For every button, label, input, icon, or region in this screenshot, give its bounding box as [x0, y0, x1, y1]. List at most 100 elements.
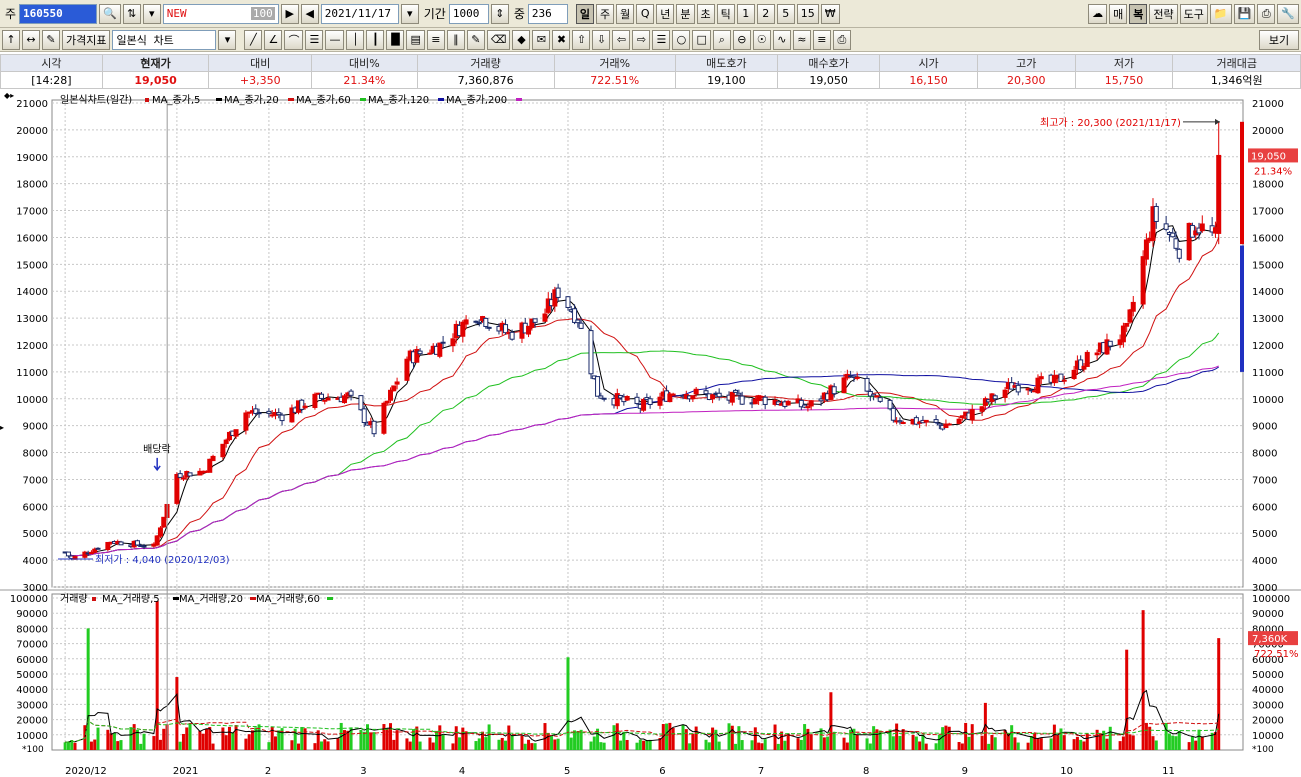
interval-button-11[interactable]: 15: [796, 3, 819, 24]
folder-icon[interactable]: 📁: [1209, 3, 1232, 24]
volume-bar-57: [323, 739, 327, 750]
view-button[interactable]: 보기: [1259, 29, 1299, 50]
fibo-icon[interactable]: ∥: [446, 29, 465, 50]
channel-icon[interactable]: ≡: [426, 29, 445, 50]
note-icon[interactable]: ✉: [532, 29, 551, 50]
cycle-icon[interactable]: ┃: [366, 29, 385, 50]
marker-icon[interactable]: ◆: [512, 29, 531, 50]
interval-button-6[interactable]: 초: [696, 3, 715, 24]
target-icon[interactable]: ☉: [752, 29, 771, 50]
candle-body-72: [391, 385, 397, 392]
stock-chart[interactable]: 3000 4000 5000 6000 7000 8000 9000 10000 11000 12…: [0, 92, 1301, 777]
candle-body-177: [874, 395, 880, 398]
fan-icon[interactable]: ☰: [305, 29, 324, 50]
left-icon[interactable]: ⇦: [612, 29, 631, 50]
volume-bar-65: [362, 731, 366, 750]
volume-bar-165: [822, 737, 826, 750]
interval-button-10[interactable]: 5: [776, 3, 795, 24]
spin-icon[interactable]: ⇕: [490, 3, 509, 24]
wave2-icon[interactable]: ≈: [792, 29, 811, 50]
interval-button-1[interactable]: 주: [596, 3, 615, 24]
quote-value-4: 7,360,876: [416, 71, 555, 89]
period-label: 기간: [423, 7, 446, 21]
gann-icon[interactable]: ▤: [406, 29, 425, 50]
up-arrow-icon[interactable]: ↑: [2, 29, 20, 50]
pencil-icon[interactable]: ✎: [466, 29, 485, 50]
candle-body-198: [969, 409, 975, 421]
chart-type-dropdown-icon[interactable]: ▾: [218, 29, 237, 50]
interval-button-8[interactable]: 1: [736, 3, 755, 24]
date-input[interactable]: 2021/11/17: [320, 3, 399, 24]
price-tick-right-18: 21000: [1252, 99, 1284, 110]
indicator-button[interactable]: 가격지표: [62, 29, 111, 50]
price-ma-swatch-2: [360, 98, 366, 101]
hline-icon[interactable]: —: [325, 29, 345, 50]
down-icon[interactable]: ⇩: [592, 29, 611, 50]
candle-body-251: [1216, 154, 1222, 234]
zoom-out-icon[interactable]: ⊖: [732, 29, 751, 50]
candle-body-32: [207, 458, 213, 473]
wrench-icon[interactable]: 🔧: [1277, 3, 1299, 24]
prev-arrow-icon[interactable]: ◀: [300, 3, 319, 24]
interval-button-0[interactable]: 일: [575, 3, 595, 24]
volume-bar-59: [336, 738, 340, 750]
interval-button-4[interactable]: 년: [656, 3, 675, 24]
type-input[interactable]: NEW 100: [162, 3, 279, 24]
cloud-icon[interactable]: ☁: [1088, 3, 1108, 24]
candle-body-88: [463, 319, 469, 325]
search-icon[interactable]: 🔍: [99, 3, 121, 24]
period-input[interactable]: 1000: [448, 3, 489, 24]
volume-bar-36: [227, 726, 231, 750]
grid-lines-icon[interactable]: █: [386, 29, 405, 50]
interval-button-5[interactable]: 분: [676, 3, 695, 24]
volume-bar-220: [1075, 736, 1079, 750]
volume-bar-173: [855, 734, 859, 750]
print-icon[interactable]: ⎙: [1257, 3, 1276, 24]
calendar-dropdown-icon[interactable]: ▾: [400, 3, 419, 24]
vline-icon[interactable]: │: [346, 29, 365, 50]
angle-icon[interactable]: ∠: [264, 29, 283, 50]
candle-body-180: [890, 407, 896, 421]
wave-icon[interactable]: ∿: [772, 29, 791, 50]
sort-icon[interactable]: ⇅: [122, 3, 141, 24]
arc-icon[interactable]: ⌒: [284, 29, 304, 50]
right-button-1[interactable]: 복: [1129, 3, 1148, 24]
stock-code-input[interactable]: 160550: [19, 3, 98, 24]
save-icon[interactable]: 💾: [1233, 3, 1256, 24]
interval-button-2[interactable]: 월: [616, 3, 635, 24]
count-input[interactable]: 236: [527, 3, 568, 24]
volume-bar-179: [888, 729, 892, 750]
candle-body-242: [1173, 238, 1179, 249]
trendline-icon[interactable]: ╱: [244, 29, 263, 50]
chevron-down-icon[interactable]: ▾: [142, 3, 161, 24]
volume-bar-227: [1105, 738, 1109, 750]
volume-bar-18: [142, 733, 146, 750]
doc-icon[interactable]: ☰: [652, 29, 671, 50]
interval-button-9[interactable]: 2: [756, 3, 775, 24]
calc-icon[interactable]: ≡: [812, 29, 831, 50]
up-icon[interactable]: ⇧: [572, 29, 591, 50]
quote-header-6: 매도호가: [674, 54, 779, 72]
interval-button-12[interactable]: ₩: [820, 3, 840, 24]
volume-ma-legend-0: MA_거래량,5: [102, 593, 160, 605]
left-right-arrow-icon[interactable]: ↔: [22, 29, 40, 50]
eraser-icon[interactable]: ⌫: [486, 29, 511, 50]
right-button-3[interactable]: 도구: [1179, 3, 1208, 24]
chart-type-select[interactable]: 일본식 차트: [112, 29, 217, 50]
volume-bar-20: [155, 601, 159, 750]
drawing-toolbar: ↑ ↔ ✎ 가격지표 일본식 차트 ▾ ╱ ∠ ⌒ ☰ — │ ┃ █ ▤ ≡ ∥ ✎ ⌫ ◆ ✉ ✖ ⇧ ⇩ ⇦ ⇨…: [0, 28, 1301, 52]
volume-bar-69: [382, 724, 386, 750]
delete-icon[interactable]: ✖: [552, 29, 571, 50]
square-icon[interactable]: □: [692, 29, 711, 50]
right-icon[interactable]: ⇨: [632, 29, 651, 50]
interval-button-3[interactable]: Q: [636, 3, 655, 24]
right-button-0[interactable]: 매: [1109, 3, 1128, 24]
right-button-2[interactable]: 전략: [1149, 3, 1178, 24]
candle-body-204: [1002, 389, 1008, 398]
interval-button-7[interactable]: 틱: [716, 3, 735, 24]
edit-icon[interactable]: ✎: [42, 29, 60, 50]
circle-icon[interactable]: ○: [672, 29, 691, 50]
print-preview-icon[interactable]: ⎙: [832, 29, 851, 50]
zoom-icon[interactable]: ⌕: [712, 29, 731, 50]
next-arrow-icon[interactable]: ▶: [280, 3, 299, 24]
